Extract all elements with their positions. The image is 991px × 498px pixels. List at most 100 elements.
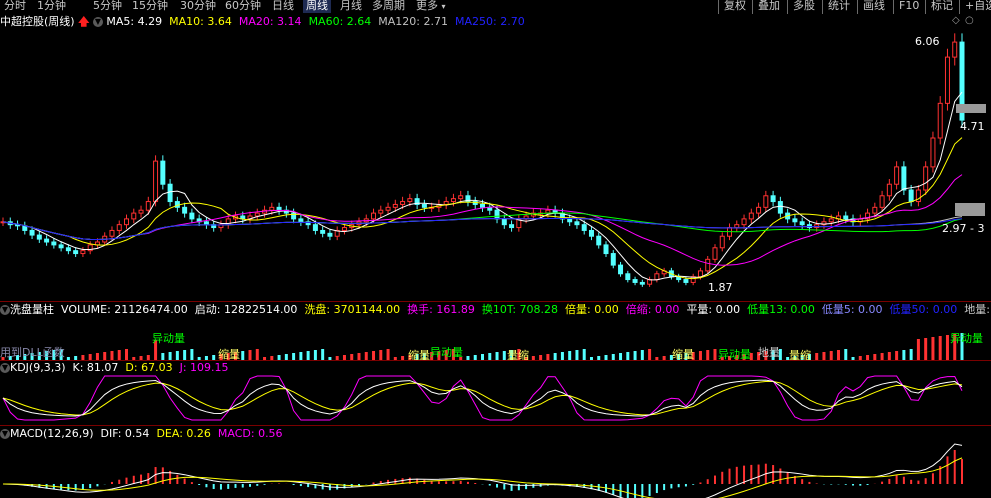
vol-item: 洗盘: 3701144.00 [304,303,401,316]
candle [618,264,624,275]
candle [697,270,703,278]
volume-bar [233,352,237,360]
volume-bar [633,351,637,360]
volume-bar [175,351,179,360]
volume-bar [241,351,245,360]
volume-bar [52,350,56,360]
volume-menu-icon[interactable]: ▼ [0,305,10,315]
candle [341,227,347,231]
price-chart[interactable] [0,30,991,302]
price-marker [955,203,985,216]
volume-bar [292,353,296,360]
volume-bar [568,351,572,360]
ma20-value: MA20: 3.14 [238,15,302,28]
tab-60min[interactable]: 60分钟 [225,0,261,13]
diamond-icon[interactable]: ◇ [952,15,960,26]
tab-monthly[interactable]: 月线 [340,0,362,13]
statistics-button[interactable]: 统计 [822,0,850,14]
candle [160,160,166,185]
tab-weekly[interactable]: 周线 [303,0,331,13]
volume-bar [125,349,129,360]
candle [756,206,762,214]
fuquan-button[interactable]: 复权 [718,0,746,14]
volume-bar [183,350,187,360]
volume-bar [836,350,840,360]
candle [632,279,638,283]
tab-30min[interactable]: 30分钟 [180,0,216,13]
tab-daily[interactable]: 日线 [272,0,294,13]
candle [480,203,485,208]
candle [73,250,79,255]
volume-bar [960,333,964,360]
candle [719,235,725,249]
kdj-j-line [2,375,963,421]
tab-5min[interactable]: 5分钟 [93,0,122,13]
price-marker [956,104,986,113]
candle [625,273,631,281]
candle [923,166,929,191]
tab-fenshi[interactable]: 分时 [4,0,26,13]
macd-menu-icon[interactable]: ▼ [0,429,10,439]
volume-bar [161,353,165,360]
candle [770,195,776,203]
add-watchlist-button[interactable]: +自选 [959,0,991,14]
candle [254,212,260,217]
candle [116,224,122,231]
candle [124,218,130,226]
candle [901,166,907,191]
candle [944,56,950,104]
candle [131,212,137,220]
candle [378,209,384,214]
ma250-value: MA250: 2.70 [455,15,525,28]
candle [153,160,159,203]
indicator-menu-icon[interactable]: ▼ [92,17,103,27]
volume-bar [706,350,710,360]
volume-chart[interactable] [0,318,991,360]
circle-icon[interactable]: ○ [965,15,974,26]
chevron-down-icon: ▾ [441,2,446,11]
kdj-chart[interactable] [0,372,991,424]
volume-bar [684,353,688,360]
candle [734,224,740,229]
volume-header: ▼ 洗盘量柱 VOLUME: 21126474.00 启动: 12822514.0… [0,302,991,318]
overlay-button[interactable]: 叠加 [752,0,780,14]
draw-line-button[interactable]: 画线 [857,0,885,14]
volume-bar [640,350,644,360]
candle [174,201,180,208]
macd-dif: DIF: 0.54 [100,427,150,440]
volume-bar [386,349,390,360]
current-price-label: 4.71 [960,120,985,133]
volume-bar [764,351,768,360]
vol-item: 启动: 12822514.00 [194,303,298,316]
f10-button[interactable]: F10 [893,0,919,14]
volume-bar [422,353,426,360]
candle [683,279,689,283]
volume-bar [648,349,652,360]
volume-bar [757,352,761,360]
volume-bar [190,349,194,360]
candle [610,253,616,266]
tab-more[interactable]: 更多 ▾ [416,0,446,13]
ma20-line [2,174,963,266]
candle [312,224,318,231]
tab-multi-period[interactable]: 多周期 [372,0,405,13]
macd-chart[interactable] [0,440,991,498]
volume-bar [887,352,891,360]
tab-1min[interactable]: 1分钟 [37,0,66,13]
price-low-label: 1.87 [708,281,733,294]
candle [763,195,769,208]
tab-15min[interactable]: 15分钟 [132,0,168,13]
mark-button[interactable]: 标记 [925,0,953,14]
ma60-value: MA60: 2.64 [308,15,372,28]
multi-stock-button[interactable]: 多股 [787,0,815,14]
candle [407,198,413,203]
macd-name: MACD(12,26,9) [10,427,94,440]
candle [908,189,914,203]
volume-bar [749,353,753,360]
volume-bar [931,337,935,360]
tab-more-label: 更多 [416,0,438,12]
volume-bar [255,349,259,360]
candle [574,221,580,226]
candle [872,206,878,214]
volume-bar [822,352,826,360]
